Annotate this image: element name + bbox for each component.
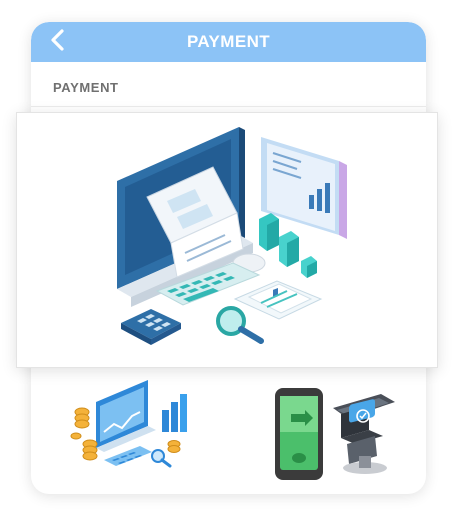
pos-terminal-illustration — [275, 388, 395, 480]
pos-terminal-thumbnail[interactable] — [265, 378, 405, 484]
payment-desktop-illustration[interactable] — [16, 112, 438, 368]
chevron-left-icon — [50, 28, 66, 56]
divider — [31, 106, 426, 107]
page-title: PAYMENT — [186, 32, 271, 51]
section-label: PAYMENT — [53, 80, 119, 95]
back-button[interactable] — [45, 28, 71, 56]
online-payment-illustration — [70, 380, 187, 468]
header-bar: PAYMENT — [31, 22, 426, 62]
desktop-payment-graphic — [117, 127, 347, 345]
online-payment-thumbnail[interactable] — [70, 372, 196, 478]
